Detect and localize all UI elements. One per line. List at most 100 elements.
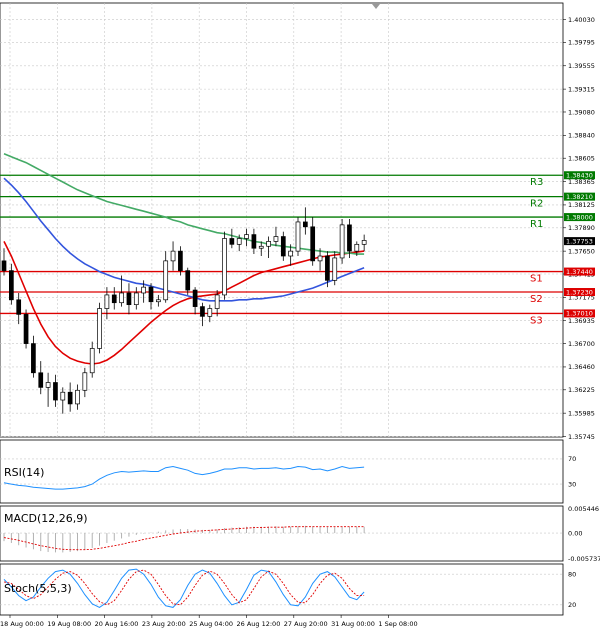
price-tick-label: 1.39555 <box>568 62 595 70</box>
candle-body <box>266 241 271 247</box>
candle-body <box>141 286 146 294</box>
candle-body <box>222 238 227 296</box>
date-label: 1 Sep 08:00 <box>378 620 417 628</box>
candle-body <box>339 224 345 259</box>
candle-body <box>126 292 132 306</box>
level-name-r2: R2 <box>530 199 543 210</box>
candle-body <box>45 382 51 388</box>
level-price-label: 1.37230 <box>566 288 593 296</box>
price-tick-label: 1.38840 <box>568 132 595 140</box>
current-price-label: 1.37753 <box>566 237 593 245</box>
date-label: 23 Aug 20:00 <box>142 620 186 628</box>
candle-body <box>31 343 36 374</box>
candle-body <box>23 314 29 344</box>
level-price-label: 1.38430 <box>566 172 593 180</box>
candle-body <box>192 289 198 307</box>
candle-body <box>251 234 257 249</box>
candle-body <box>148 286 154 303</box>
date-label: 26 Aug 12:00 <box>237 620 281 628</box>
stoch-tick-label: 80 <box>568 571 576 579</box>
level-name-s1: S1 <box>530 274 543 285</box>
rsi-label: RSI(14) <box>4 466 44 479</box>
price-tick-label: 1.39795 <box>568 39 595 47</box>
candle-body <box>89 348 95 374</box>
candle-body <box>258 245 264 249</box>
price-tick-label: 1.36460 <box>568 363 595 371</box>
date-label: 20 Aug 16:00 <box>95 620 139 628</box>
macd-label: MACD(12,26,9) <box>4 512 88 525</box>
candle-body <box>236 238 242 245</box>
price-tick-label: 1.38605 <box>568 155 595 163</box>
macd-tick-label: 0.005446 <box>568 505 599 513</box>
price-tick-label: 1.35745 <box>568 433 595 441</box>
date-label: 27 Aug 20:00 <box>284 620 328 628</box>
price-tick-label: 1.36700 <box>568 340 595 348</box>
candle-body <box>295 221 301 252</box>
price-tick-label: 1.40030 <box>568 16 595 24</box>
candle-body <box>229 238 235 245</box>
candle-body <box>317 255 323 262</box>
candle-body <box>163 260 169 301</box>
candle-body <box>170 250 176 262</box>
candle-body <box>361 240 367 245</box>
candle-body <box>38 372 44 388</box>
stoch-label: Stoch(5,5,3) <box>4 582 72 595</box>
candle-body <box>133 292 139 306</box>
price-tick-label: 1.36935 <box>568 317 595 325</box>
price-tick-label: 1.38125 <box>568 201 595 209</box>
level-price-label: 1.37010 <box>566 310 593 318</box>
candle-body <box>60 391 66 401</box>
forex-chart: R3 R2 R1 S1 S2 S3 1.40030 1.39795 1.39555 1.3931… <box>0 2 600 628</box>
candle-body <box>97 308 102 349</box>
candle-body <box>214 294 220 309</box>
date-label: 25 Aug 04:00 <box>189 620 233 628</box>
candle-body <box>354 243 360 252</box>
candle-body <box>1 260 7 271</box>
price-tick-label: 1.37890 <box>568 224 595 232</box>
candle-body <box>178 250 183 271</box>
date-axis: 18 Aug 00:00 19 Aug 08:00 20 Aug 16:00 23 A… <box>0 615 418 628</box>
candle-body <box>82 372 88 391</box>
price-tick-label: 1.39315 <box>568 85 595 93</box>
stoch-panel <box>0 563 564 616</box>
candle-body <box>288 250 293 257</box>
candle-body <box>9 270 14 301</box>
date-label: 18 Aug 00:00 <box>0 620 44 628</box>
candle-body <box>53 382 58 401</box>
candle-body <box>200 306 205 317</box>
price-tick-label: 1.37650 <box>568 247 595 255</box>
rsi-tick-label: 30 <box>568 480 576 488</box>
level-price-label: 1.37440 <box>566 268 593 276</box>
candle-body <box>156 299 161 303</box>
candle-body <box>104 294 110 309</box>
rsi-tick-label: 70 <box>568 455 576 463</box>
rsi-panel <box>0 439 564 504</box>
candle-body <box>207 308 213 317</box>
candle-body <box>280 236 286 257</box>
date-label: 19 Aug 08:00 <box>47 620 91 628</box>
macd-tick-label: -0.005737 <box>568 555 600 563</box>
candle-body <box>185 270 191 291</box>
candle-body <box>347 224 352 252</box>
level-name-s3: S3 <box>530 315 543 326</box>
candle-body <box>303 221 308 228</box>
price-axis: 1.40030 1.39795 1.39555 1.39315 1.39080 1.388… <box>563 16 595 441</box>
price-tick-label: 1.39080 <box>568 108 595 116</box>
candle-body <box>75 389 80 405</box>
level-price-label: 1.38000 <box>566 213 593 221</box>
candle-body <box>111 294 117 304</box>
level-price-boxes: 1.38430 1.38210 1.38000 1.37440 1.37230 1.370… <box>564 171 595 318</box>
macd-tick-label: 0.00 <box>568 529 582 537</box>
candle-body <box>67 391 73 405</box>
candle-body <box>332 257 338 281</box>
date-label: 31 Aug 00:00 <box>331 620 375 628</box>
candle-body <box>310 226 316 262</box>
price-tick-label: 1.35985 <box>568 409 595 417</box>
candle-body <box>16 299 22 315</box>
stoch-tick-label: 20 <box>568 601 576 609</box>
price-tick-label: 1.36225 <box>568 386 595 394</box>
candle-body <box>325 255 330 281</box>
candle-body <box>244 234 249 239</box>
level-price-label: 1.38210 <box>566 193 593 201</box>
level-name-r1: R1 <box>530 219 543 230</box>
